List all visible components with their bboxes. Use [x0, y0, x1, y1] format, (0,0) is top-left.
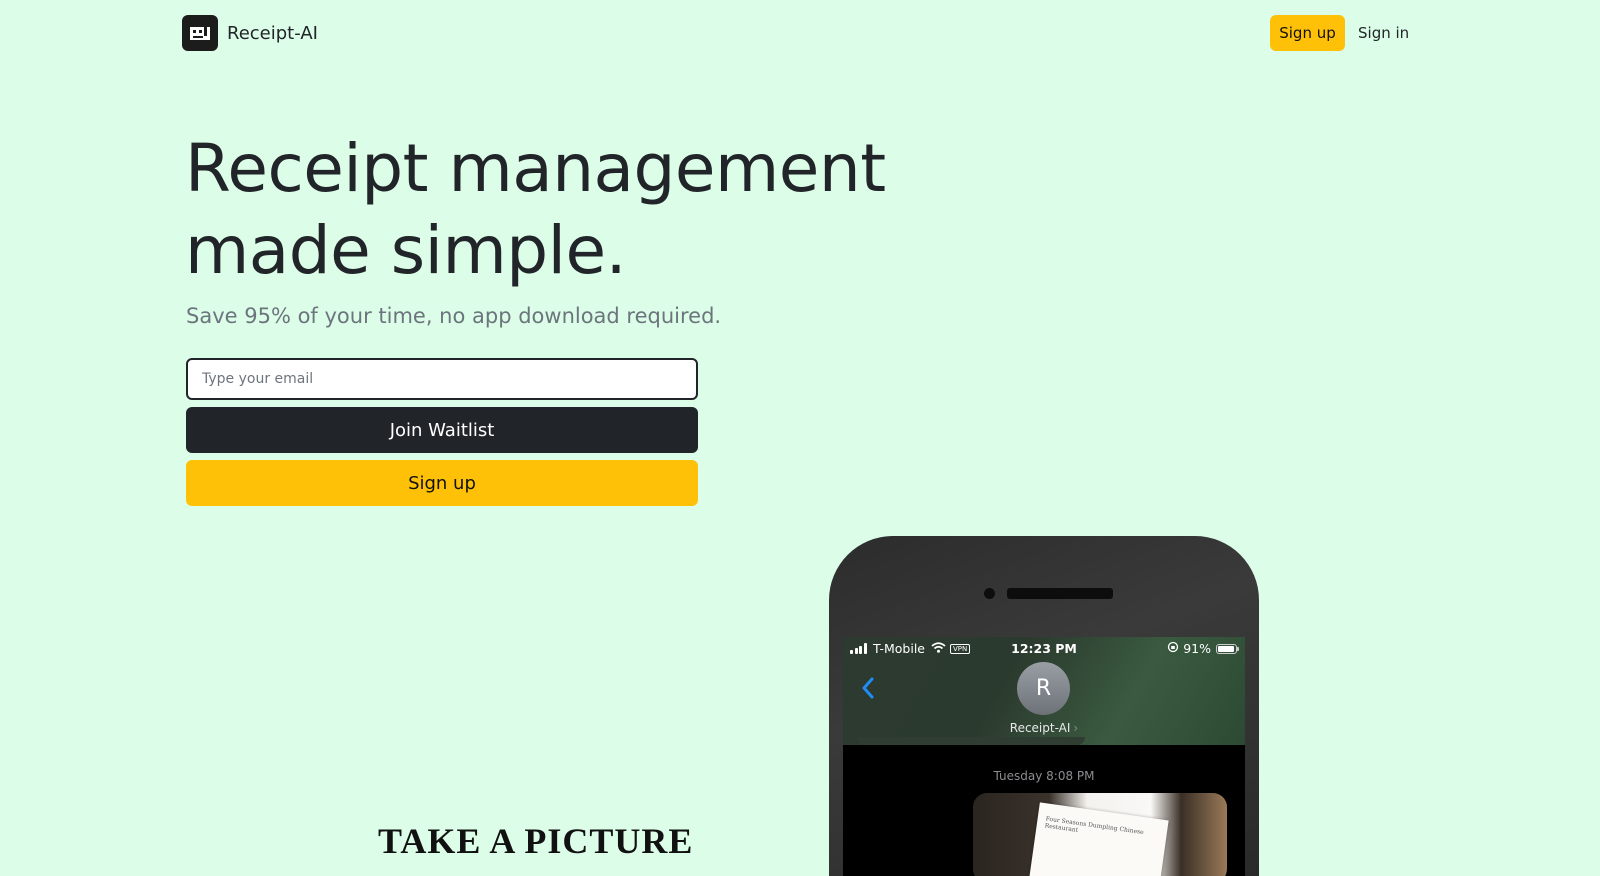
previous-message-bubble — [857, 737, 1085, 745]
receipt-paper: Four Seasons Dumpling Chinese Restaurant — [1027, 802, 1169, 876]
site-header: Receipt-AI Sign up Sign in — [0, 0, 1600, 66]
contact-name[interactable]: Receipt-AI › — [843, 721, 1245, 735]
join-waitlist-button[interactable]: Join Waitlist — [186, 407, 698, 453]
contact-name-label: Receipt-AI — [1009, 721, 1071, 735]
message-timestamp: Tuesday 8:08 PM — [993, 769, 1095, 783]
email-input[interactable] — [186, 358, 698, 400]
phone-mockup: T-Mobile VPN 12:23 PM 91% R Receipt-AI ›… — [829, 536, 1259, 876]
hero-signup-button[interactable]: Sign up — [186, 460, 698, 506]
contact-chevron-icon: › — [1073, 721, 1079, 735]
hero-title-line-2: made simple. — [185, 212, 627, 289]
phone-camera — [984, 588, 995, 599]
back-chevron-icon[interactable] — [857, 673, 881, 703]
hero-title-line-1: Receipt management — [185, 130, 886, 207]
status-bar: T-Mobile VPN 12:23 PM 91% — [843, 641, 1245, 657]
header-signup-button[interactable]: Sign up — [1270, 15, 1345, 51]
receipt-header-text: Four Seasons Dumpling Chinese Restaurant — [1044, 815, 1145, 837]
receipt-ai-logo-icon — [182, 15, 218, 51]
battery-icon — [1216, 643, 1239, 654]
hero-subtitle: Save 95% of your time, no app download r… — [186, 304, 722, 328]
chat-header: T-Mobile VPN 12:23 PM 91% R Receipt-AI › — [843, 637, 1245, 745]
take-a-picture-heading: TAKE A PICTURE — [378, 821, 694, 861]
hero-title: Receipt management made simple. — [185, 128, 1085, 292]
battery-percent: 91% — [1183, 641, 1211, 656]
brand-link[interactable]: Receipt-AI — [182, 15, 318, 51]
orientation-lock-icon — [1167, 641, 1179, 656]
receipt-photo-message[interactable]: Four Seasons Dumpling Chinese Restaurant — [973, 793, 1227, 876]
contact-avatar[interactable]: R — [1017, 662, 1070, 715]
phone-speaker — [1007, 588, 1113, 599]
header-signin-link[interactable]: Sign in — [1358, 15, 1409, 51]
phone-screen: T-Mobile VPN 12:23 PM 91% R Receipt-AI ›… — [843, 637, 1245, 876]
brand-name: Receipt-AI — [227, 22, 318, 44]
